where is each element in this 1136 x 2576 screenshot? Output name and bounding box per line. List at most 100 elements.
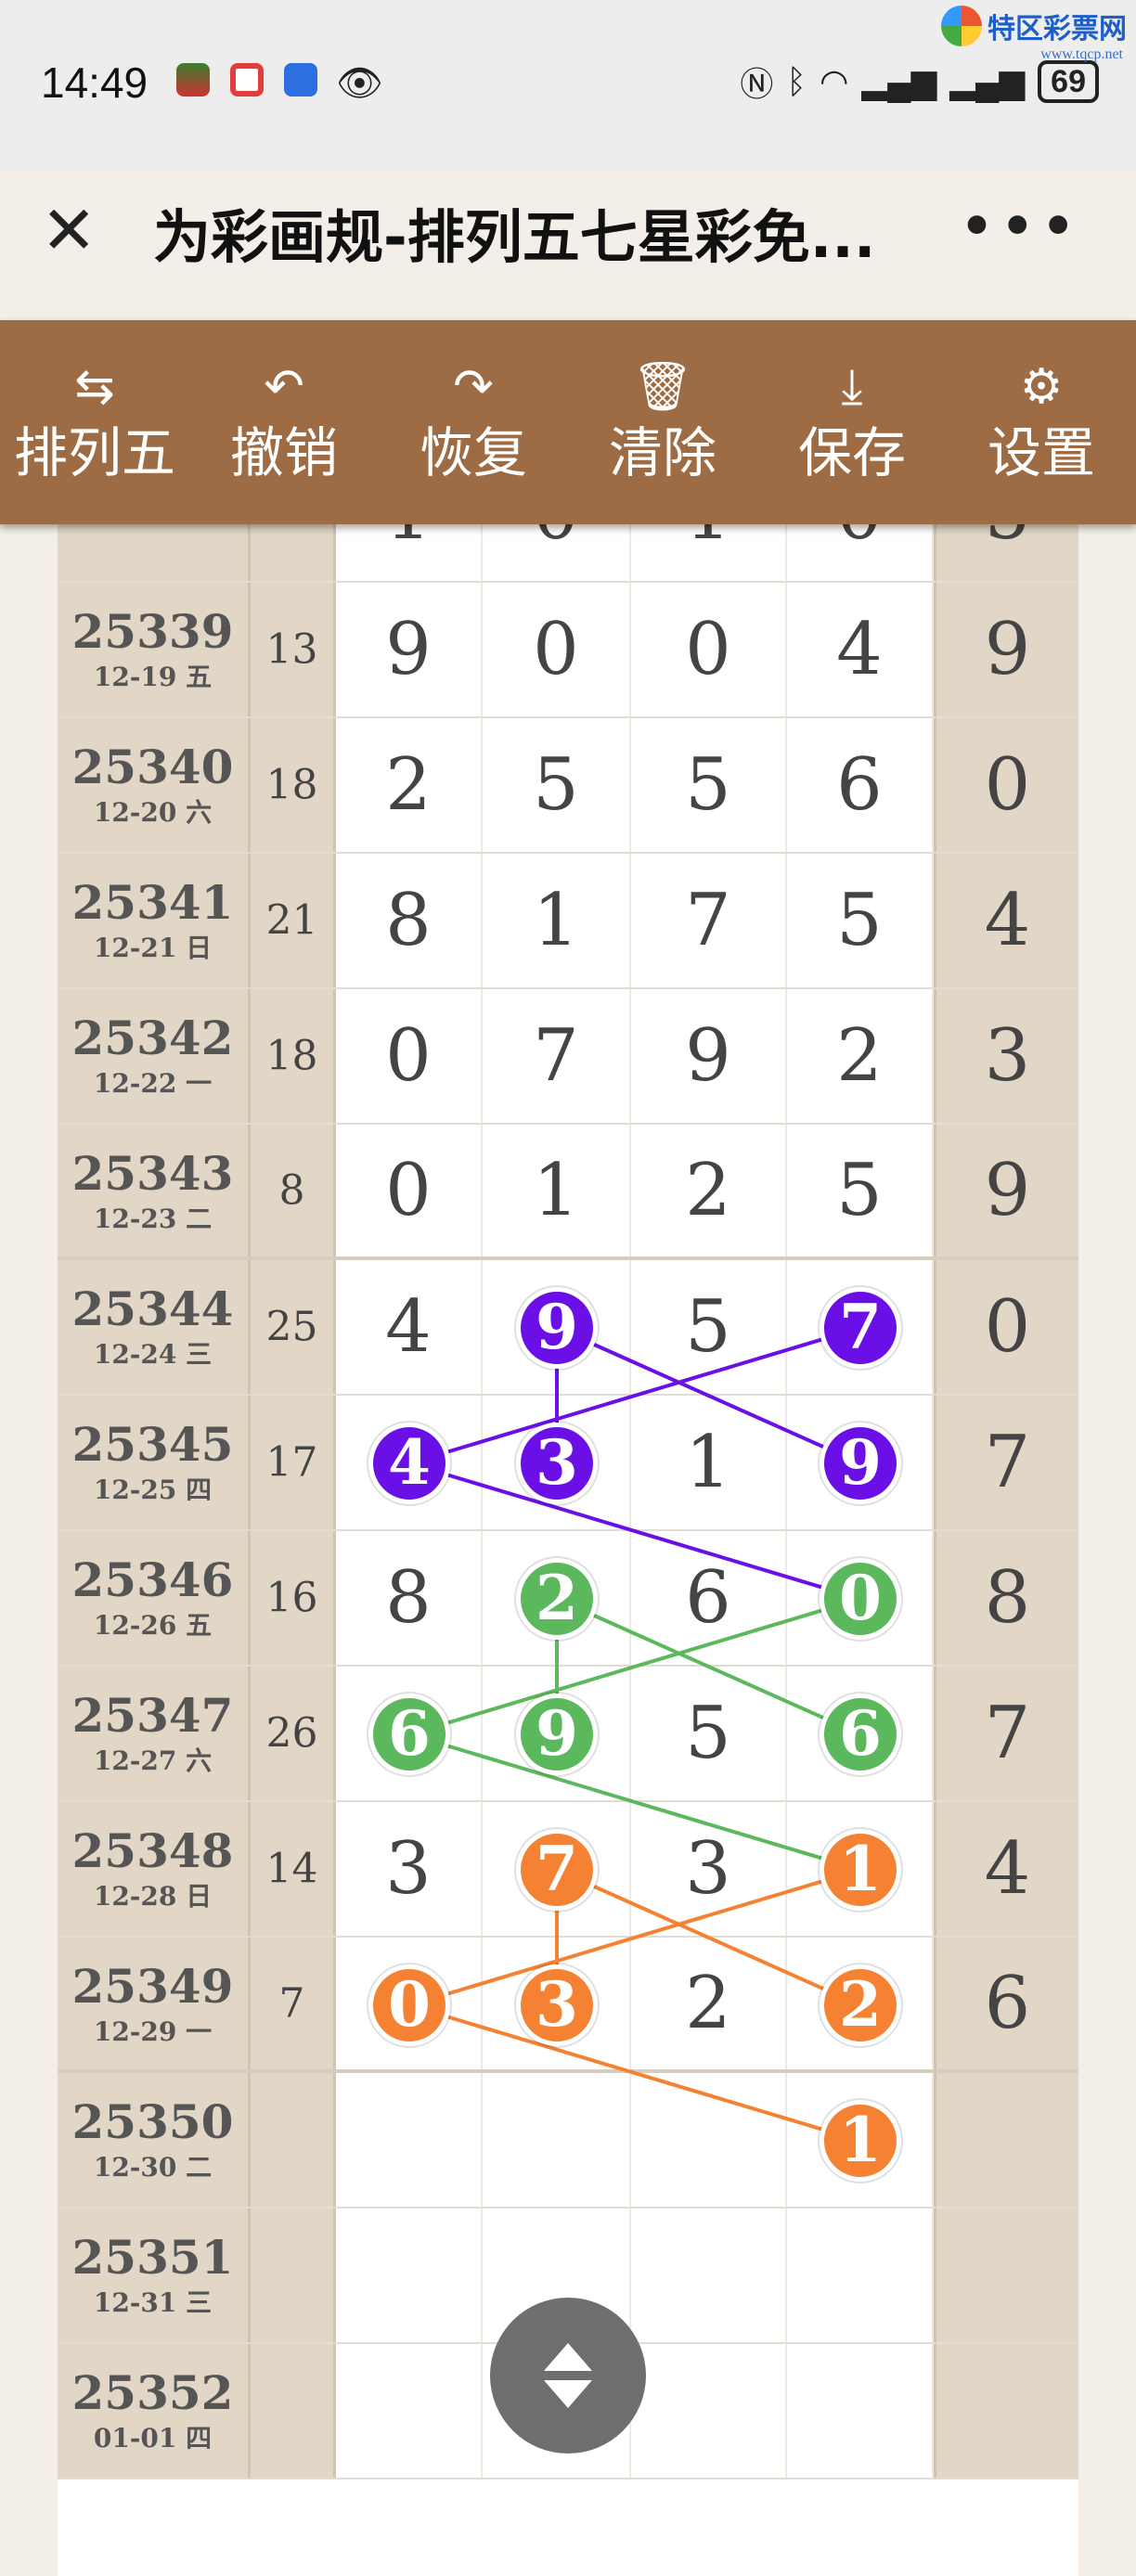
digit-cell-last[interactable] — [934, 2209, 1078, 2342]
digit-cell[interactable]: 1 — [483, 854, 631, 987]
draw-date: 12-29 一 — [93, 2016, 213, 2047]
close-icon[interactable]: ✕ — [41, 193, 97, 267]
digit-cell[interactable]: 1 — [631, 524, 787, 581]
table-row[interactable]: 12-18 四10105 — [58, 524, 1078, 583]
digit-value: 0 — [984, 1285, 1031, 1369]
digit-cell[interactable] — [631, 2209, 787, 2342]
settings-button[interactable]: ⚙ 设置 — [949, 359, 1134, 485]
digit-cell[interactable]: 0 — [631, 583, 787, 716]
digit-cell[interactable]: 1 — [483, 1125, 631, 1256]
digit-cell[interactable] — [787, 2344, 934, 2478]
digit-cell-last[interactable]: 6 — [934, 1938, 1078, 2069]
digit-cell[interactable]: 3 — [336, 1802, 483, 1936]
save-button[interactable]: ⤓ 保存 — [759, 359, 945, 485]
scroll-toggle-button[interactable] — [490, 2298, 646, 2454]
marked-digit-ball[interactable]: 6 — [368, 1694, 450, 1775]
marked-digit-ball[interactable]: 2 — [516, 1558, 598, 1640]
marked-digit-ball[interactable]: 2 — [820, 1964, 901, 2046]
digit-cell[interactable]: 9 — [336, 583, 483, 716]
marked-digit-ball[interactable]: 9 — [820, 1423, 901, 1504]
table-row[interactable]: 25339 12-19 五 13 9 0 0 4 9 — [58, 583, 1078, 718]
table-row[interactable]: 25340 12-20 六 18 2 5 5 6 0 — [58, 718, 1078, 854]
draw-date: 12-25 四 — [93, 1475, 213, 1505]
digit-cell-last[interactable]: 4 — [934, 854, 1078, 987]
digit-cell-last[interactable] — [934, 2073, 1078, 2207]
digit-cell[interactable] — [483, 2073, 631, 2207]
digit-cell-last[interactable]: 0 — [934, 718, 1078, 852]
table-row[interactable]: 25342 12-22 一 18 0 7 9 2 3 — [58, 989, 1078, 1125]
digit-cell[interactable]: 6 — [631, 1531, 787, 1665]
digit-cell[interactable]: 2 — [787, 989, 934, 1123]
marked-digit-ball[interactable]: 7 — [516, 1829, 598, 1911]
more-icon[interactable]: ••• — [961, 197, 1082, 257]
lottery-type-button[interactable]: ⇆ 排列五 — [2, 359, 187, 485]
draw-date: 12-19 五 — [93, 662, 213, 692]
digit-cell[interactable]: 7 — [483, 989, 631, 1123]
digit-cell-last[interactable]: 7 — [934, 1667, 1078, 1800]
digit-cell[interactable]: 9 — [631, 989, 787, 1123]
marked-digit-ball[interactable]: 3 — [516, 1423, 598, 1504]
digit-cell[interactable]: 0 — [787, 524, 934, 581]
digit-cell[interactable]: 2 — [631, 1125, 787, 1256]
digit-cell[interactable]: 0 — [483, 524, 631, 581]
digit-cell-last[interactable]: 9 — [934, 583, 1078, 716]
clear-button[interactable]: 🗑 清除 — [570, 359, 755, 485]
digit-cell[interactable]: 4 — [336, 1260, 483, 1394]
marked-digit-ball[interactable]: 1 — [820, 1829, 901, 1911]
issue-cell: 25352 01-01 四 — [58, 2344, 251, 2478]
digit-cell[interactable]: 5 — [631, 1667, 787, 1800]
digit-cell[interactable]: 8 — [336, 854, 483, 987]
digit-cell-last[interactable]: 7 — [934, 1396, 1078, 1529]
digit-cell[interactable] — [631, 2073, 787, 2207]
table-row[interactable]: 25343 12-23 二 8 0 1 2 5 9 — [58, 1125, 1078, 1260]
digit-cell[interactable]: 0 — [336, 989, 483, 1123]
digit-cell-last[interactable]: 8 — [934, 1531, 1078, 1665]
digit-cell-last[interactable] — [934, 2344, 1078, 2478]
table-row[interactable]: 25341 12-21 日 21 8 1 7 5 4 — [58, 854, 1078, 989]
digit-cell[interactable]: 2 — [336, 718, 483, 852]
digit-cell[interactable]: 1 — [336, 524, 483, 581]
digit-cell[interactable] — [336, 2209, 483, 2342]
digit-cell[interactable] — [787, 2209, 934, 2342]
digit-cell[interactable]: 5 — [483, 718, 631, 852]
digit-cell[interactable] — [336, 2073, 483, 2207]
marked-digit-ball[interactable]: 3 — [516, 1964, 598, 2046]
digit-cell[interactable]: 5 — [631, 718, 787, 852]
sum-value: 25 — [265, 1303, 318, 1351]
marked-digit-ball[interactable]: 1 — [820, 2100, 901, 2182]
draw-history-grid[interactable]: 12-18 四101052533912-19 五13900492534012-2… — [58, 524, 1078, 2576]
digit-cell[interactable]: 2 — [631, 1938, 787, 2069]
marked-digit-ball[interactable]: 0 — [820, 1558, 901, 1640]
table-row[interactable]: 2535012-30 二 1 — [58, 2073, 1078, 2209]
digit-value: 9 — [984, 1149, 1031, 1232]
digit-cell[interactable]: 3 — [631, 1802, 787, 1936]
digit-cell[interactable] — [631, 2344, 787, 2478]
digit-cell-last[interactable]: 0 — [934, 1260, 1078, 1394]
digit-cell-last[interactable]: 9 — [934, 1125, 1078, 1256]
digit-cell-last[interactable]: 3 — [934, 989, 1078, 1123]
marked-digit-ball[interactable]: 7 — [820, 1287, 901, 1369]
marked-digit-ball[interactable]: 9 — [516, 1287, 598, 1369]
digit-cell[interactable]: 5 — [787, 1125, 934, 1256]
digit-cell[interactable]: 4 — [787, 583, 934, 716]
digit-cell[interactable] — [336, 2344, 483, 2478]
marked-digit-ball[interactable]: 0 — [368, 1964, 450, 2046]
watermark-url: www.tqcp.net — [1040, 46, 1123, 62]
marked-digit-ball[interactable]: 6 — [820, 1694, 901, 1775]
digit-cell[interactable]: 0 — [336, 1125, 483, 1256]
digit-cell[interactable]: 5 — [631, 1260, 787, 1394]
undo-button[interactable]: ↶ 撤销 — [191, 359, 377, 485]
digit-cell-last[interactable]: 4 — [934, 1802, 1078, 1936]
digit-cell-last[interactable]: 5 — [934, 524, 1078, 581]
digit-cell[interactable]: 7 — [631, 854, 787, 987]
digit-cell[interactable]: 8 — [336, 1531, 483, 1665]
digit-cell[interactable]: 0 — [483, 583, 631, 716]
digit-value: 1 — [336, 524, 481, 556]
digit-value: 4 — [385, 1285, 432, 1369]
digit-cell[interactable]: 6 — [787, 718, 934, 852]
digit-cell[interactable]: 5 — [787, 854, 934, 987]
redo-button[interactable]: ↷ 恢复 — [381, 359, 566, 485]
marked-digit-ball[interactable]: 4 — [368, 1423, 450, 1504]
digit-cell[interactable]: 1 — [631, 1396, 787, 1529]
marked-digit-ball[interactable]: 9 — [516, 1694, 598, 1775]
